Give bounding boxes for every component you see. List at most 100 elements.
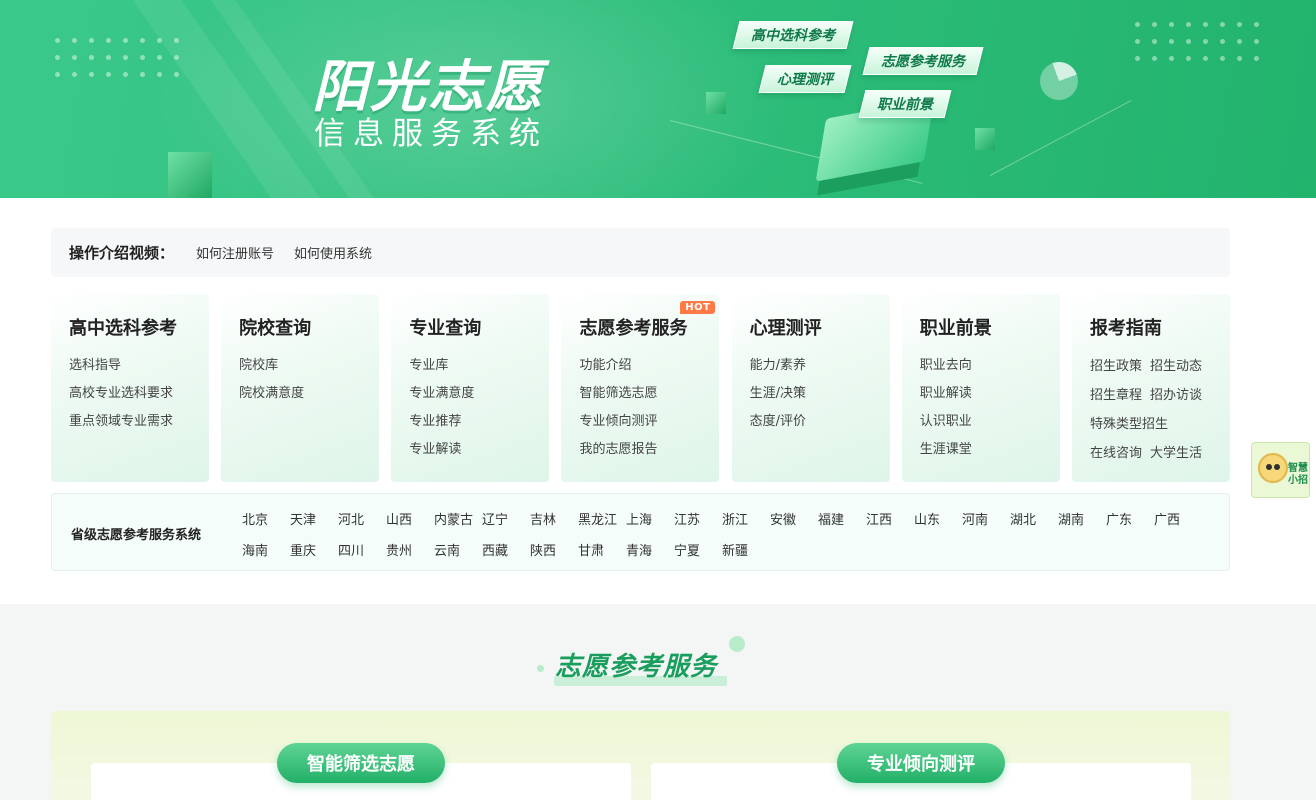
dots-decoration [1135, 22, 1259, 61]
intro-label: 操作介绍视频： [69, 244, 175, 262]
card-title[interactable]: 心理测评 [750, 314, 890, 340]
card-major-search: 专业查询 专业库 专业满意度 专业推荐 专业解读 [391, 294, 550, 482]
usage-video-link[interactable]: 如何使用系统 [294, 243, 372, 262]
card-link[interactable]: 专业倾向测评 [579, 408, 719, 436]
banner-tag-subject: 高中选科参考 [732, 21, 854, 49]
province-link[interactable]: 新疆 [722, 536, 770, 567]
card-link[interactable]: 招生章程 [1090, 388, 1142, 403]
province-link[interactable]: 甘肃 [578, 536, 626, 567]
province-link[interactable]: 安徽 [770, 505, 818, 536]
province-link[interactable]: 云南 [434, 536, 482, 567]
card-title[interactable]: 专业查询 [409, 314, 549, 340]
province-link[interactable]: 广东 [1106, 505, 1154, 536]
card-title[interactable]: 职业前景 [920, 314, 1060, 340]
province-systems: 省级志愿参考服务系统 北京 天津 河北 山西 内蒙古 辽宁 吉林 黑龙江 上海 江苏 浙江 安徽 福建江… [51, 493, 1230, 571]
banner-tag-psych: 心理测评 [758, 65, 852, 93]
card-title[interactable]: 高中选科参考 [69, 314, 209, 340]
province-link[interactable]: 河北 [338, 505, 386, 536]
line-decoration [989, 99, 1132, 176]
card-link[interactable]: 选科指导 [69, 352, 209, 380]
province-link[interactable]: 北京 [242, 505, 290, 536]
card-link[interactable]: 智能筛选志愿 [579, 380, 719, 408]
province-link[interactable]: 吉林 [530, 505, 578, 536]
card-link[interactable]: 招生动态 [1150, 359, 1202, 374]
card-link[interactable]: 招生政策 [1090, 359, 1142, 374]
assistant-label: 智慧小招 [1288, 463, 1308, 486]
major-tendency-button[interactable]: 专业倾向测评 [837, 743, 1005, 783]
province-link[interactable]: 宁夏 [674, 536, 722, 567]
card-link[interactable]: 我的志愿报告 [579, 436, 719, 464]
card-link[interactable]: 重点领域专业需求 [69, 408, 209, 436]
province-list: 北京 天津 河北 山西 内蒙古 辽宁 吉林 黑龙江 上海 江苏 浙江 安徽 福建 江西 山东 河南 湖北 湖南 广东… [242, 505, 1222, 567]
province-link[interactable]: 河南 [962, 505, 1010, 536]
cube-decoration [168, 152, 212, 198]
intro-video-bar: 操作介绍视频： 如何注册账号 如何使用系统 [51, 228, 1230, 277]
province-link[interactable]: 贵州 [386, 536, 434, 567]
assistant-widget[interactable]: 智慧小招 [1251, 442, 1310, 498]
province-link[interactable]: 辽宁 [482, 505, 530, 536]
province-link[interactable]: 江苏 [674, 505, 722, 536]
province-link[interactable]: 天津 [290, 505, 338, 536]
brand-subtitle: 信息服务系统 [314, 116, 548, 152]
card-link[interactable]: 招办访谈 [1150, 388, 1202, 403]
banner-tag-career: 职业前景 [858, 90, 952, 118]
card-link[interactable]: 专业库 [409, 352, 549, 380]
card-application-guide: 报考指南 招生政策 招生动态 招生章程 招办访谈 特殊类型招生 在线咨询 大学生活 [1071, 294, 1230, 482]
card-link[interactable]: 院校库 [239, 352, 379, 380]
province-link[interactable]: 内蒙古 [434, 505, 482, 536]
card-college-search: 院校查询 院校库 院校满意度 [221, 294, 380, 482]
card-subject-selection: 高中选科参考 选科指导 高校专业选科要求 重点领域专业需求 [51, 294, 209, 482]
card-link[interactable]: 态度/评价 [750, 408, 890, 436]
card-link[interactable]: 生涯/决策 [750, 380, 890, 408]
province-link[interactable]: 上海 [626, 505, 674, 536]
section-title: 志愿参考服务 [555, 652, 718, 682]
province-label: 省级志愿参考服务系统 [71, 528, 202, 543]
province-link[interactable]: 西藏 [482, 536, 530, 567]
province-link[interactable]: 浙江 [722, 505, 770, 536]
banner-tag-volunteer: 志愿参考服务 [862, 47, 984, 75]
dots-decoration [55, 38, 179, 77]
province-link[interactable]: 四川 [338, 536, 386, 567]
card-link[interactable]: 专业推荐 [409, 408, 549, 436]
card-link[interactable]: 专业解读 [409, 436, 549, 464]
province-link[interactable]: 湖北 [1010, 505, 1058, 536]
guide-row: 招生政策 招生动态 [1090, 352, 1230, 381]
card-link[interactable]: 职业解读 [920, 380, 1060, 408]
card-link[interactable]: 生涯课堂 [920, 436, 1060, 464]
guide-row: 在线咨询 大学生活 [1090, 439, 1230, 468]
dot-decoration [729, 636, 745, 652]
card-title[interactable]: 院校查询 [239, 314, 379, 340]
province-link[interactable]: 湖南 [1058, 505, 1106, 536]
card-link[interactable]: 高校专业选科要求 [69, 380, 209, 408]
smart-filter-button[interactable]: 智能筛选志愿 [277, 743, 445, 783]
cube-decoration [975, 128, 995, 150]
dot-decoration [537, 665, 544, 672]
register-video-link[interactable]: 如何注册账号 [196, 243, 274, 262]
province-link[interactable]: 福建 [818, 505, 866, 536]
card-link[interactable]: 大学生活 [1150, 446, 1202, 461]
card-link[interactable]: 认识职业 [920, 408, 1060, 436]
card-psych-test: 心理测评 能力/素养 生涯/决策 态度/评价 [731, 294, 890, 482]
card-title[interactable]: 报考指南 [1090, 314, 1230, 340]
card-link[interactable]: 职业去向 [920, 352, 1060, 380]
province-link[interactable]: 重庆 [290, 536, 338, 567]
province-link[interactable]: 黑龙江 [578, 505, 626, 536]
card-title[interactable]: 志愿参考服务 [579, 314, 719, 340]
province-link[interactable]: 海南 [242, 536, 290, 567]
card-link[interactable]: 在线咨询 [1090, 446, 1142, 461]
card-link[interactable]: 特殊类型招生 [1090, 417, 1168, 432]
card-link[interactable]: 功能介绍 [579, 352, 719, 380]
province-link[interactable]: 山西 [386, 505, 434, 536]
province-link[interactable]: 陕西 [530, 536, 578, 567]
card-volunteer-service: HOT 志愿参考服务 功能介绍 智能筛选志愿 专业倾向测评 我的志愿报告 [561, 294, 720, 482]
card-link[interactable]: 能力/素养 [750, 352, 890, 380]
province-link[interactable]: 江西 [866, 505, 914, 536]
province-link[interactable]: 青海 [626, 536, 674, 567]
province-link[interactable]: 广西 [1154, 505, 1202, 536]
card-link[interactable]: 专业满意度 [409, 380, 549, 408]
card-link[interactable]: 院校满意度 [239, 380, 379, 408]
province-link[interactable]: 山东 [914, 505, 962, 536]
header-banner: 阳光志愿 信息服务系统 高中选科参考 志愿参考服务 心理测评 职业前景 [0, 0, 1316, 198]
pie-chart-icon [1034, 56, 1084, 106]
hot-badge: HOT [680, 301, 716, 314]
